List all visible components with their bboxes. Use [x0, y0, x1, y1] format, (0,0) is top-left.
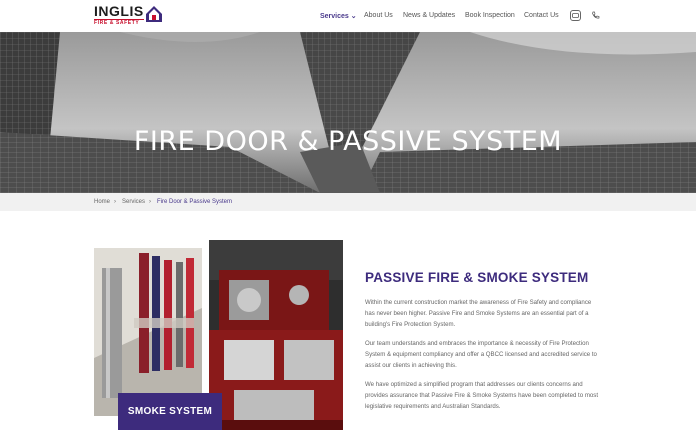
nav-book-inspection[interactable]: Book Inspection — [465, 12, 515, 19]
fire-truck-image — [209, 240, 343, 430]
paragraph-2: Our team understands and embraces the im… — [365, 340, 597, 369]
chat-icon[interactable] — [570, 10, 581, 21]
paragraph-3: We have optimized a simplified program t… — [365, 381, 599, 410]
breadcrumb-current: Fire Door & Passive System — [157, 199, 233, 205]
smoke-system-badge: SMOKE SYSTEM — [118, 393, 222, 430]
nav-services[interactable]: Services ⌄ — [320, 12, 357, 20]
page-title: FIRE DOOR & PASSIVE SYSTEM — [133, 126, 563, 157]
section-title: PASSIVE FIRE & SMOKE SYSTEM — [365, 270, 589, 285]
nav-news-updates[interactable]: News & Updates — [403, 12, 455, 19]
nav-about-us[interactable]: About Us — [364, 12, 393, 19]
paragraph-1: Within the current construction market t… — [365, 299, 592, 328]
passive-fire-pipes-image — [94, 248, 202, 416]
breadcrumb-services[interactable]: Services — [122, 199, 145, 205]
logo-main-text: INGLIS — [94, 3, 144, 19]
phone-icon[interactable] — [590, 10, 601, 21]
site-header: INGLIS FIRE & SAFETY Services ⌄ About Us… — [0, 0, 696, 32]
breadcrumb-separator: › — [114, 199, 116, 205]
breadcrumb: Home › Services › Fire Door & Passive Sy… — [0, 193, 696, 211]
breadcrumb-separator: › — [149, 199, 151, 205]
hero-building-image — [0, 32, 696, 193]
logo[interactable]: INGLIS FIRE & SAFETY — [94, 3, 163, 27]
chevron-down-icon: ⌄ — [350, 13, 357, 20]
nav-contact-us[interactable]: Contact Us — [524, 12, 559, 19]
logo-sub-text: FIRE & SAFETY — [94, 19, 144, 26]
hero-banner: FIRE DOOR & PASSIVE SYSTEM — [0, 32, 696, 193]
house-logo-icon — [145, 6, 162, 22]
breadcrumb-home[interactable]: Home — [94, 199, 110, 205]
